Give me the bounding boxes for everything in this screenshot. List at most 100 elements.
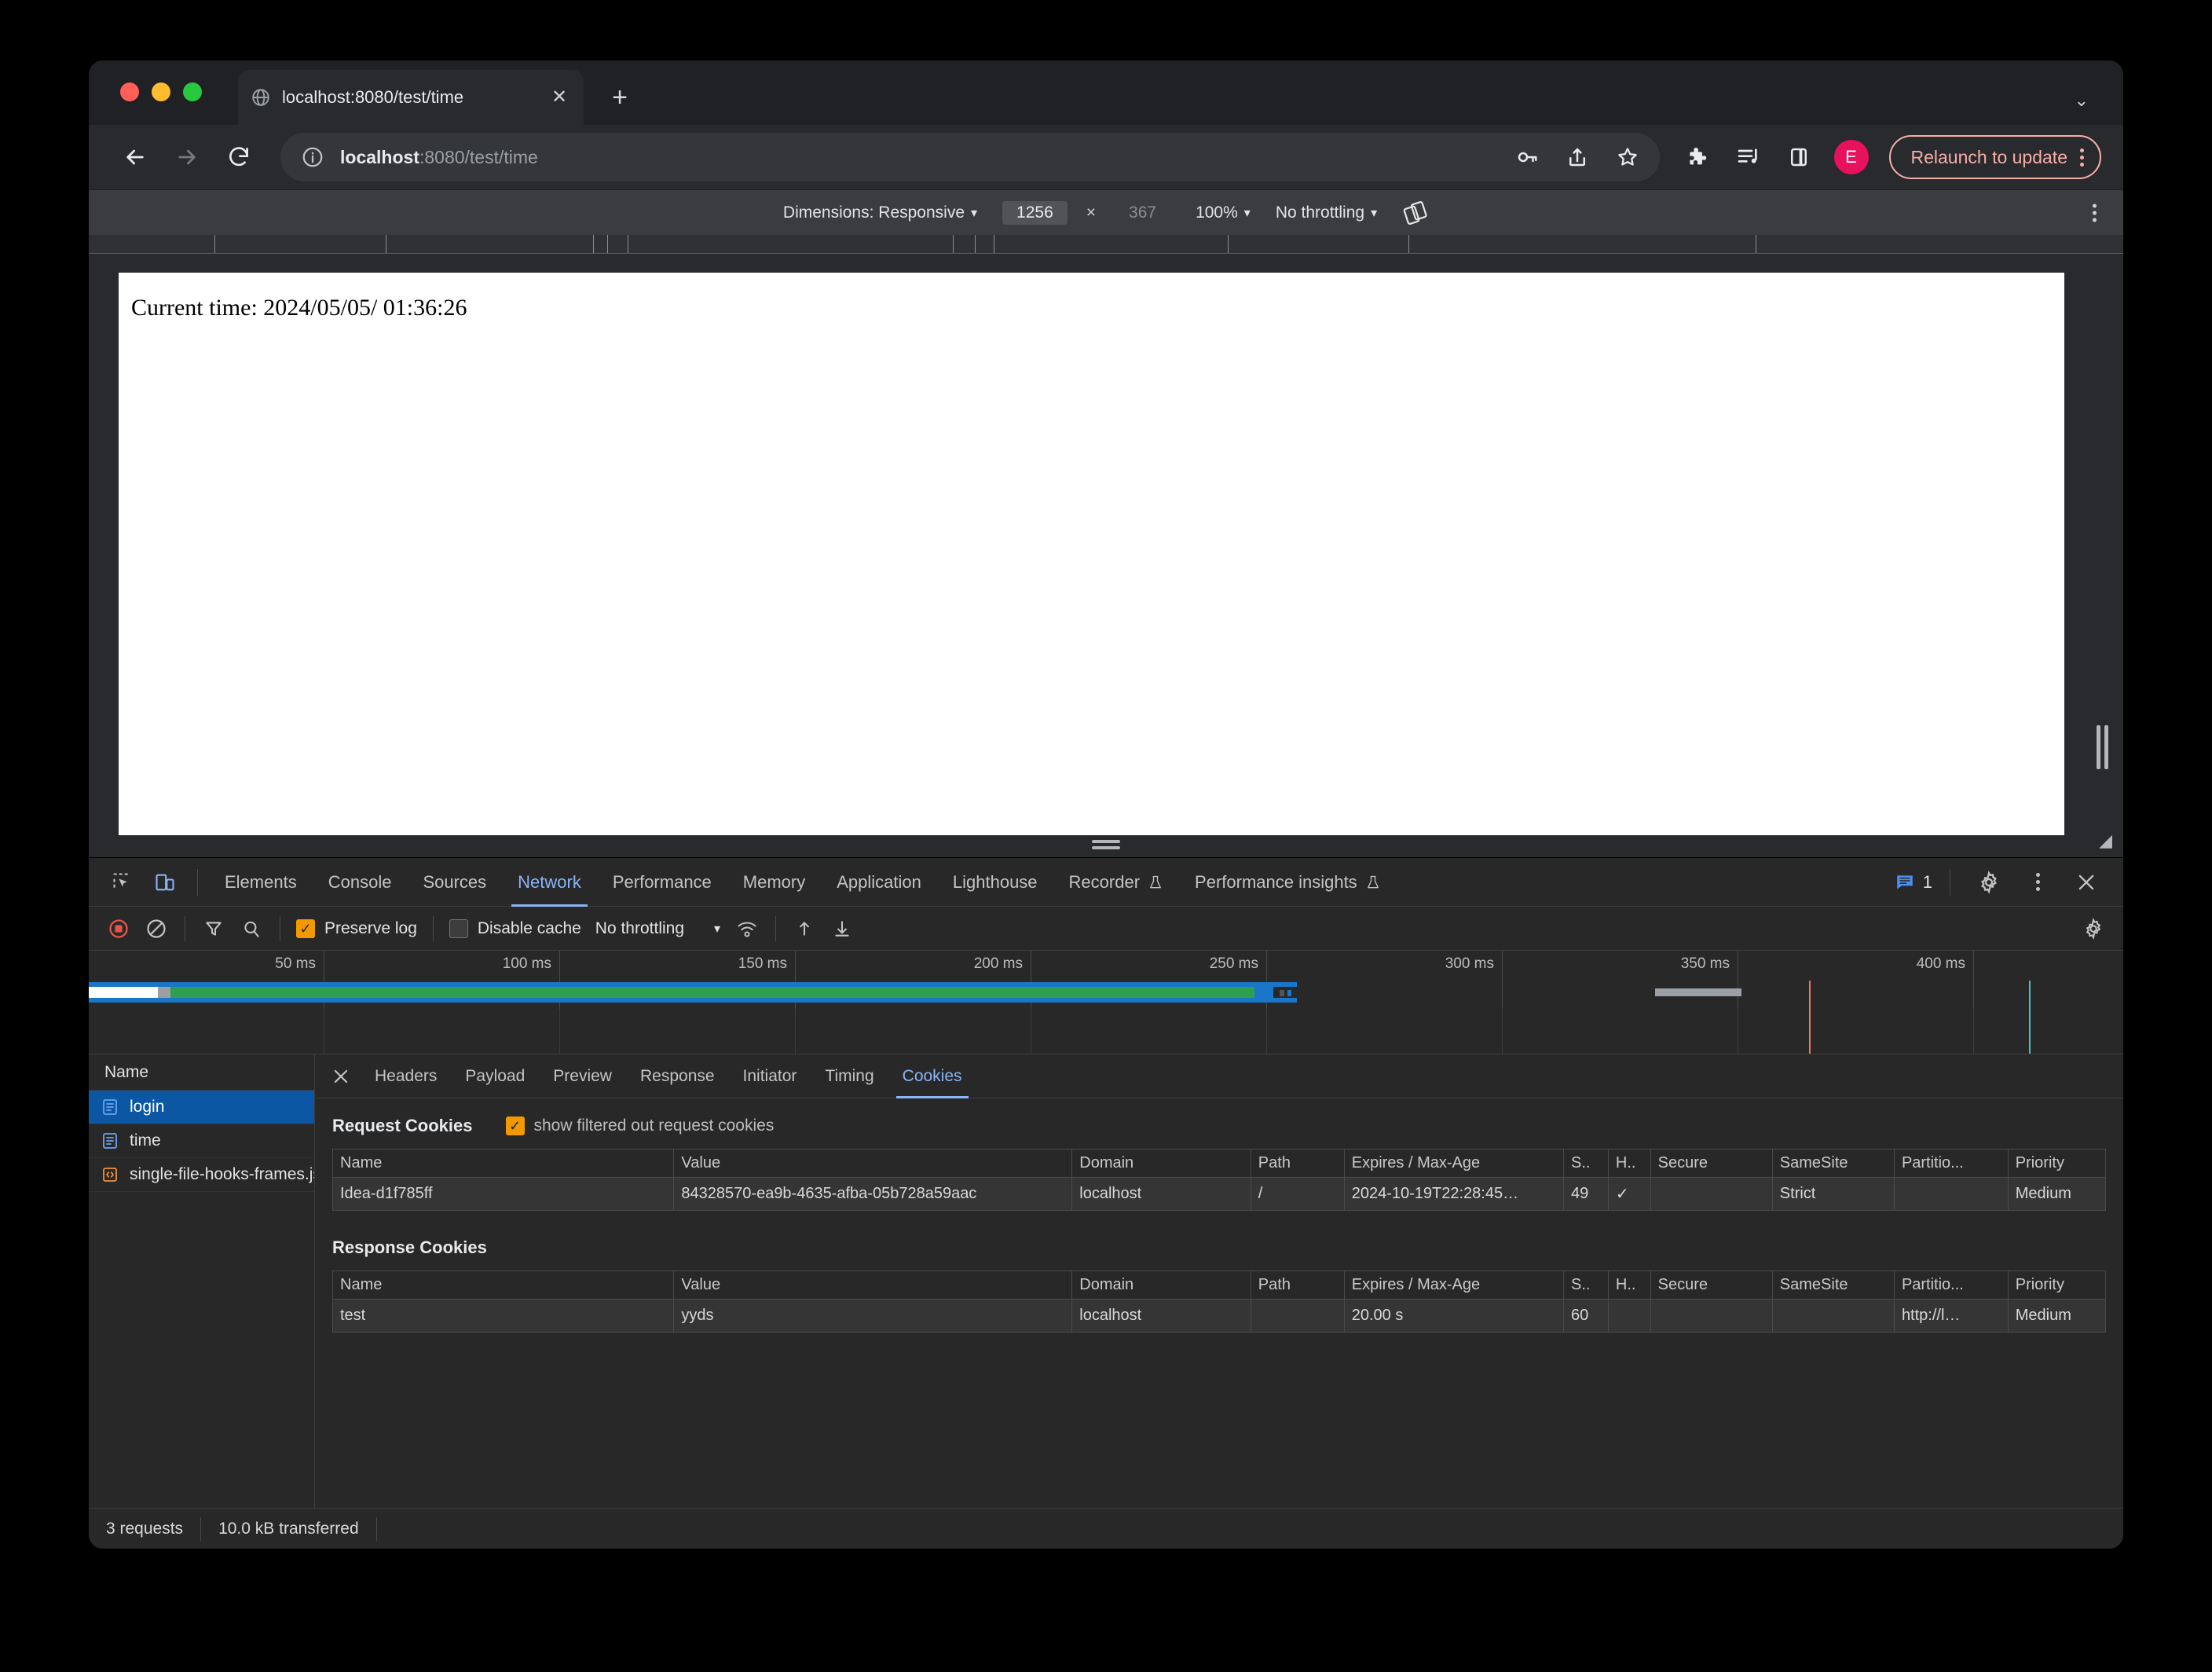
tab-response[interactable]: Response	[626, 1054, 729, 1098]
tab-console[interactable]: Console	[313, 858, 408, 907]
toggle-device-toolbar-icon[interactable]	[144, 861, 186, 904]
search-icon[interactable]	[233, 910, 270, 948]
bookmark-star-icon[interactable]	[1613, 142, 1643, 172]
col-httponly[interactable]: H..	[1607, 1149, 1651, 1178]
col-size[interactable]: S..	[1563, 1270, 1609, 1300]
minimize-window-button[interactable]	[152, 82, 170, 101]
devtools-menu-icon[interactable]	[2016, 861, 2059, 904]
tab-lighthouse[interactable]: Lighthouse	[937, 858, 1053, 907]
export-har-icon[interactable]	[823, 910, 861, 948]
tab-sources[interactable]: Sources	[407, 858, 502, 907]
reload-icon[interactable]	[214, 133, 263, 182]
network-conditions-icon[interactable]	[728, 910, 766, 948]
show-filtered-cookies-checkbox[interactable]: ✓ show filtered out request cookies	[505, 1116, 774, 1135]
clear-icon[interactable]	[137, 910, 175, 948]
col-domain[interactable]: Domain	[1071, 1270, 1251, 1300]
col-path[interactable]: Path	[1250, 1149, 1345, 1178]
extensions-puzzle-icon[interactable]	[1683, 142, 1713, 172]
col-expires[interactable]: Expires / Max-Age	[1343, 1149, 1565, 1178]
close-window-button[interactable]	[120, 82, 139, 101]
viewport-resize-corner-icon[interactable]: ◢	[2099, 830, 2112, 851]
tab-payload[interactable]: Payload	[451, 1054, 539, 1098]
tab-timing[interactable]: Timing	[811, 1054, 888, 1098]
col-partition[interactable]: Partitio...	[1893, 1149, 2009, 1178]
viewport-resize-handle-bottom[interactable]	[1092, 840, 1120, 849]
gear-icon[interactable]	[1968, 861, 2010, 904]
table-row[interactable]: test yyds localhost 20.00 s 60 http://l…	[331, 1299, 2107, 1333]
close-devtools-icon[interactable]	[2065, 861, 2108, 904]
col-priority[interactable]: Priority	[2007, 1149, 2107, 1178]
close-icon[interactable]: ✕	[548, 88, 571, 107]
browser-tab[interactable]: localhost:8080/test/time ✕	[238, 70, 584, 125]
chrome-menu-icon[interactable]	[2080, 148, 2084, 167]
tab-recorder[interactable]: Recorder	[1053, 858, 1179, 907]
request-row-time[interactable]: time	[89, 1124, 314, 1158]
side-panel-icon[interactable]	[1784, 142, 1814, 172]
col-domain[interactable]: Domain	[1071, 1149, 1251, 1178]
tab-memory[interactable]: Memory	[727, 858, 821, 907]
device-toolbar-menu-icon[interactable]	[2093, 204, 2097, 222]
close-detail-icon[interactable]	[321, 1057, 361, 1096]
address-bar[interactable]: localhost:8080/test/time	[280, 133, 1660, 182]
chevron-down-icon[interactable]: ⌄	[2075, 90, 2089, 111]
col-partition[interactable]: Partitio...	[1893, 1270, 2009, 1300]
disable-cache-checkbox[interactable]: Disable cache	[443, 918, 588, 938]
overview-tick-label: 150 ms	[738, 955, 787, 972]
tab-cookies[interactable]: Cookies	[888, 1054, 976, 1098]
tab-initiator[interactable]: Initiator	[729, 1054, 811, 1098]
filter-icon[interactable]	[195, 910, 233, 948]
dimensions-dropdown[interactable]: Dimensions: Responsive ▾	[771, 204, 990, 222]
back-icon[interactable]	[111, 133, 159, 182]
col-name[interactable]: Name	[331, 1270, 675, 1300]
col-expires[interactable]: Expires / Max-Age	[1343, 1270, 1565, 1300]
viewport-width-field[interactable]: 1256	[990, 200, 1080, 225]
request-row-login[interactable]: login	[89, 1091, 314, 1124]
request-row-script[interactable]: single-file-hooks-frames.js	[89, 1158, 314, 1192]
relaunch-to-update-button[interactable]: Relaunch to update	[1888, 135, 2101, 179]
preserve-log-checkbox[interactable]: ✓ Preserve log	[290, 918, 423, 938]
viewport-height-field[interactable]: 367	[1102, 201, 1183, 225]
import-har-icon[interactable]	[786, 910, 823, 948]
col-name[interactable]: Name	[331, 1149, 675, 1178]
tab-headers[interactable]: Headers	[361, 1054, 451, 1098]
viewport-resize-handle-right[interactable]	[2097, 725, 2109, 769]
network-settings-gear-icon[interactable]	[2075, 910, 2112, 948]
col-value[interactable]: Value	[673, 1270, 1073, 1300]
cell-path: /	[1250, 1177, 1345, 1211]
tab-performance[interactable]: Performance	[597, 858, 727, 907]
network-throttling-dropdown[interactable]: No throttling ▾	[588, 919, 728, 938]
col-priority[interactable]: Priority	[2007, 1270, 2107, 1300]
network-throttling-value: No throttling	[595, 918, 685, 937]
record-stop-icon[interactable]	[100, 910, 137, 948]
col-httponly[interactable]: H..	[1607, 1270, 1651, 1300]
message-count[interactable]: 1	[1895, 872, 1932, 893]
forward-icon[interactable]	[163, 133, 211, 182]
device-throttling-dropdown[interactable]: No throttling ▾	[1263, 204, 1390, 222]
maximize-window-button[interactable]	[183, 82, 202, 101]
table-row[interactable]: Idea-d1f785ff 84328570-ea9b-4635-afba-05…	[331, 1177, 2107, 1211]
zoom-dropdown[interactable]: 100% ▾	[1183, 204, 1263, 222]
key-icon[interactable]	[1512, 142, 1542, 172]
col-samesite[interactable]: SameSite	[1771, 1149, 1895, 1178]
network-status-bar: 3 requests 10.0 kB transferred	[89, 1508, 2123, 1549]
network-overview[interactable]: 50 ms 100 ms 150 ms 200 ms 250 ms 300 ms…	[89, 951, 2123, 1054]
inspect-element-icon[interactable]	[101, 861, 144, 904]
rotate-icon[interactable]	[1390, 200, 1441, 226]
tab-network[interactable]: Network	[502, 858, 597, 907]
tab-preview[interactable]: Preview	[539, 1054, 626, 1098]
col-secure[interactable]: Secure	[1650, 1270, 1773, 1300]
tab-application[interactable]: Application	[821, 858, 937, 907]
tab-performance-insights[interactable]: Performance insights	[1179, 858, 1397, 907]
col-secure[interactable]: Secure	[1650, 1149, 1773, 1178]
col-samesite[interactable]: SameSite	[1771, 1270, 1895, 1300]
request-list-header[interactable]: Name	[89, 1054, 314, 1091]
col-value[interactable]: Value	[673, 1149, 1073, 1178]
media-list-icon[interactable]	[1734, 142, 1763, 172]
info-circle-icon[interactable]	[298, 142, 328, 172]
col-path[interactable]: Path	[1250, 1270, 1345, 1300]
share-icon[interactable]	[1562, 142, 1592, 172]
new-tab-button[interactable]: +	[604, 84, 635, 111]
col-size[interactable]: S..	[1563, 1149, 1609, 1178]
tab-elements[interactable]: Elements	[209, 858, 313, 907]
avatar[interactable]: E	[1833, 140, 1869, 174]
